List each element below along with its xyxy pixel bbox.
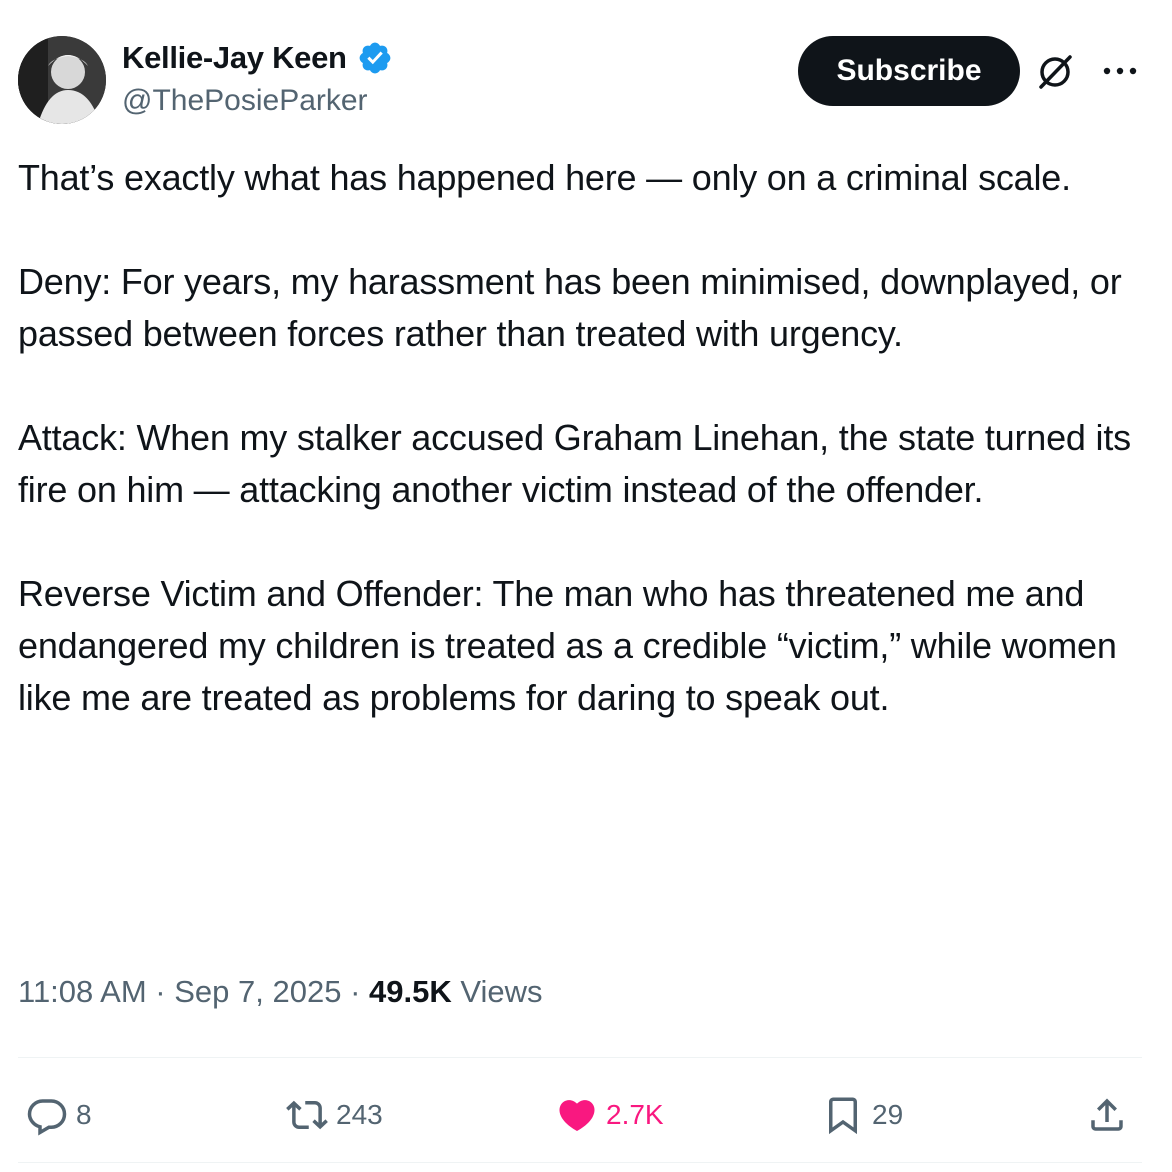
author-avatar[interactable] xyxy=(18,36,106,124)
tweet-date[interactable]: Sep 7, 2025 xyxy=(174,974,341,1009)
tweet-paragraph: Reverse Victim and Offender: The man who… xyxy=(18,573,1117,718)
tweet-text: That’s exactly what has happened here — … xyxy=(18,152,1153,776)
meta-separator: · xyxy=(341,974,370,1009)
subscribe-button[interactable]: Subscribe xyxy=(798,36,1020,106)
like-count: 2.7K xyxy=(606,1099,664,1130)
share-icon xyxy=(1091,1098,1123,1131)
author-display-name[interactable]: Kellie-Jay Keen xyxy=(122,40,347,76)
tweet-time[interactable]: 11:08 AM xyxy=(18,974,147,1009)
share-button[interactable] xyxy=(1086,1080,1128,1150)
divider xyxy=(18,1057,1142,1058)
bookmark-count: 29 xyxy=(872,1099,904,1130)
more-dots-icon[interactable] xyxy=(1100,56,1140,86)
tweet-header: Kellie-Jay Keen @ThePosieParker Subscrib… xyxy=(18,36,1148,126)
tweet-paragraph: Deny: For years, my harassment has been … xyxy=(18,261,1122,354)
tweet-metadata: 11:08 AM · Sep 7, 2025 · 49.5K Views xyxy=(18,974,543,1010)
action-bar: 8 243 2.7K 29 xyxy=(0,1080,1172,1150)
grok-icon[interactable] xyxy=(1036,53,1074,91)
meta-separator: · xyxy=(146,974,175,1009)
reply-button[interactable]: 8 xyxy=(26,1080,92,1150)
repost-button[interactable]: 243 xyxy=(286,1080,383,1150)
reply-count: 8 xyxy=(76,1099,92,1130)
author-handle[interactable]: @ThePosieParker xyxy=(122,84,393,118)
views-label: Views xyxy=(451,974,543,1009)
heart-icon xyxy=(559,1100,595,1132)
tweet-paragraph: That’s exactly what has happened here — … xyxy=(18,157,1071,198)
repost-count: 243 xyxy=(336,1099,383,1130)
views-count[interactable]: 49.5K xyxy=(369,974,452,1009)
repost-icon xyxy=(286,1100,328,1130)
like-button[interactable]: 2.7K xyxy=(556,1080,664,1150)
verified-badge-icon xyxy=(359,42,391,74)
reply-icon xyxy=(27,1099,67,1136)
bookmark-button[interactable]: 29 xyxy=(822,1080,903,1150)
bookmark-icon xyxy=(829,1097,857,1135)
author-info: Kellie-Jay Keen @ThePosieParker xyxy=(122,40,393,118)
tweet-paragraph: Attack: When my stalker accused Graham L… xyxy=(18,417,1131,510)
divider xyxy=(18,1162,1142,1163)
